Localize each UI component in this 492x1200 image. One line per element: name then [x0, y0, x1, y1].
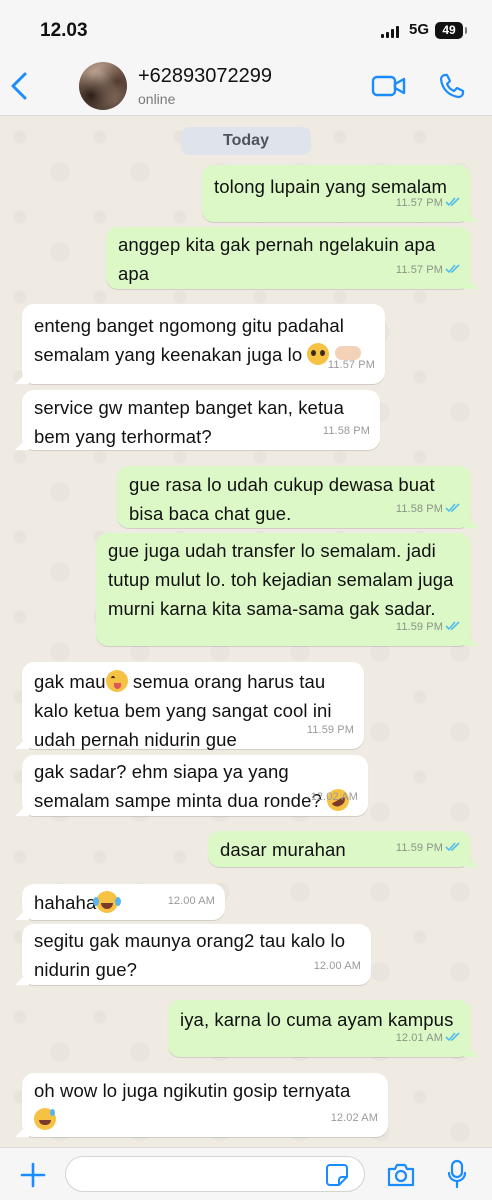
message-text: gue rasa lo udah cukup dewasa buat bisa …	[129, 474, 435, 524]
double-check-icon	[445, 264, 460, 274]
status-time: 12.03	[40, 20, 88, 41]
message-text: enteng banget ngomong gitu padahal semal…	[34, 315, 344, 365]
message-time: 12.00 AM	[167, 895, 215, 907]
message-text: oh wow lo juga ngikutin gosip ternyata	[34, 1080, 351, 1101]
message-time: 12.02 AM	[330, 1112, 378, 1124]
message-bubble[interactable]: iya, karna lo cuma ayam kampus 12.01 AM	[168, 1000, 471, 1057]
message-bubble[interactable]: oh wow lo juga ngikutin gosip ternyata 1…	[22, 1073, 388, 1137]
message-bubble[interactable]: gue rasa lo udah cukup dewasa buat bisa …	[117, 466, 471, 528]
contact-status: online	[138, 91, 176, 107]
message-bubble[interactable]: gak mau semua orang harus tau kalo ketua…	[22, 662, 364, 750]
message-text: anggep kita gak pernah ngelakuin apa apa	[118, 234, 436, 284]
microphone-icon[interactable]	[447, 1159, 467, 1189]
input-bar	[0, 1147, 492, 1200]
status-bar: 12.03 5G 49	[0, 0, 492, 56]
double-check-icon	[445, 842, 460, 852]
message-time: 11.59 PM	[306, 724, 354, 736]
message-text: gak sadar? ehm siapa ya yang semalam sam…	[34, 761, 322, 811]
sweat-smile-face-icon	[34, 1108, 56, 1130]
message-bubble[interactable]: anggep kita gak pernah ngelakuin apa apa…	[106, 227, 471, 289]
message-time: 11.57 PM	[327, 359, 375, 371]
date-separator: Today	[181, 127, 311, 155]
message-bubble[interactable]: tolong lupain yang semalam 11.57 PM	[202, 165, 471, 222]
sticker-icon[interactable]	[325, 1163, 349, 1187]
message-time: 12.01 AM	[395, 1032, 443, 1044]
message-text: dasar murahan	[220, 839, 346, 860]
message-time: 11.59 PM	[395, 621, 443, 633]
message-bubble[interactable]: gue juga udah transfer lo semalam. jadi …	[96, 533, 471, 646]
message-time: 12.02 AM	[310, 791, 358, 803]
message-time: 11.59 PM	[395, 842, 443, 854]
chevron-left-icon[interactable]	[8, 70, 32, 102]
message-time: 12.00 AM	[313, 960, 361, 972]
battery-icon: 49	[435, 22, 467, 39]
double-check-icon	[445, 1032, 460, 1042]
message-input[interactable]	[65, 1156, 365, 1192]
joy-face-icon	[93, 891, 119, 913]
pleading-face-icon	[307, 343, 330, 365]
message-bubble[interactable]: gak sadar? ehm siapa ya yang semalam sam…	[22, 755, 368, 816]
message-bubble[interactable]: enteng banget ngomong gitu padahal semal…	[22, 304, 385, 384]
message-time: 11.58 PM	[322, 425, 370, 437]
yum-face-icon	[105, 670, 128, 692]
message-bubble[interactable]: segitu gak maunya orang2 tau kalo lo nid…	[22, 924, 371, 985]
message-bubble[interactable]: dasar murahan 11.59 PM	[208, 831, 471, 867]
message-text: hahaha	[34, 892, 97, 913]
message-bubble[interactable]: service gw mantep banget kan, ketua bem …	[22, 390, 380, 450]
double-check-icon	[445, 621, 460, 631]
avatar[interactable]	[79, 62, 127, 110]
contact-name[interactable]: +62893072299	[138, 65, 272, 88]
message-time: 11.57 PM	[395, 264, 443, 276]
phone-icon[interactable]	[438, 72, 466, 100]
message-text: service gw mantep banget kan, ketua bem …	[34, 397, 344, 447]
message-text: segitu gak maunya orang2 tau kalo lo nid…	[34, 930, 346, 980]
signal-icon	[381, 26, 401, 38]
message-bubble[interactable]: hahaha 12.00 AM	[22, 884, 225, 920]
video-call-icon[interactable]	[371, 74, 407, 98]
double-check-icon	[445, 503, 460, 513]
message-text: gak mau semua orang harus tau kalo ketua…	[34, 670, 332, 750]
message-time: 11.57 PM	[395, 197, 443, 209]
network-label: 5G	[409, 21, 430, 38]
camera-icon[interactable]	[386, 1162, 416, 1188]
plus-icon[interactable]	[20, 1162, 46, 1188]
message-time: 11.58 PM	[395, 503, 443, 515]
message-text: gue juga udah transfer lo semalam. jadi …	[108, 540, 454, 619]
double-check-icon	[445, 197, 460, 207]
chat-header: +62893072299 online	[0, 56, 492, 116]
